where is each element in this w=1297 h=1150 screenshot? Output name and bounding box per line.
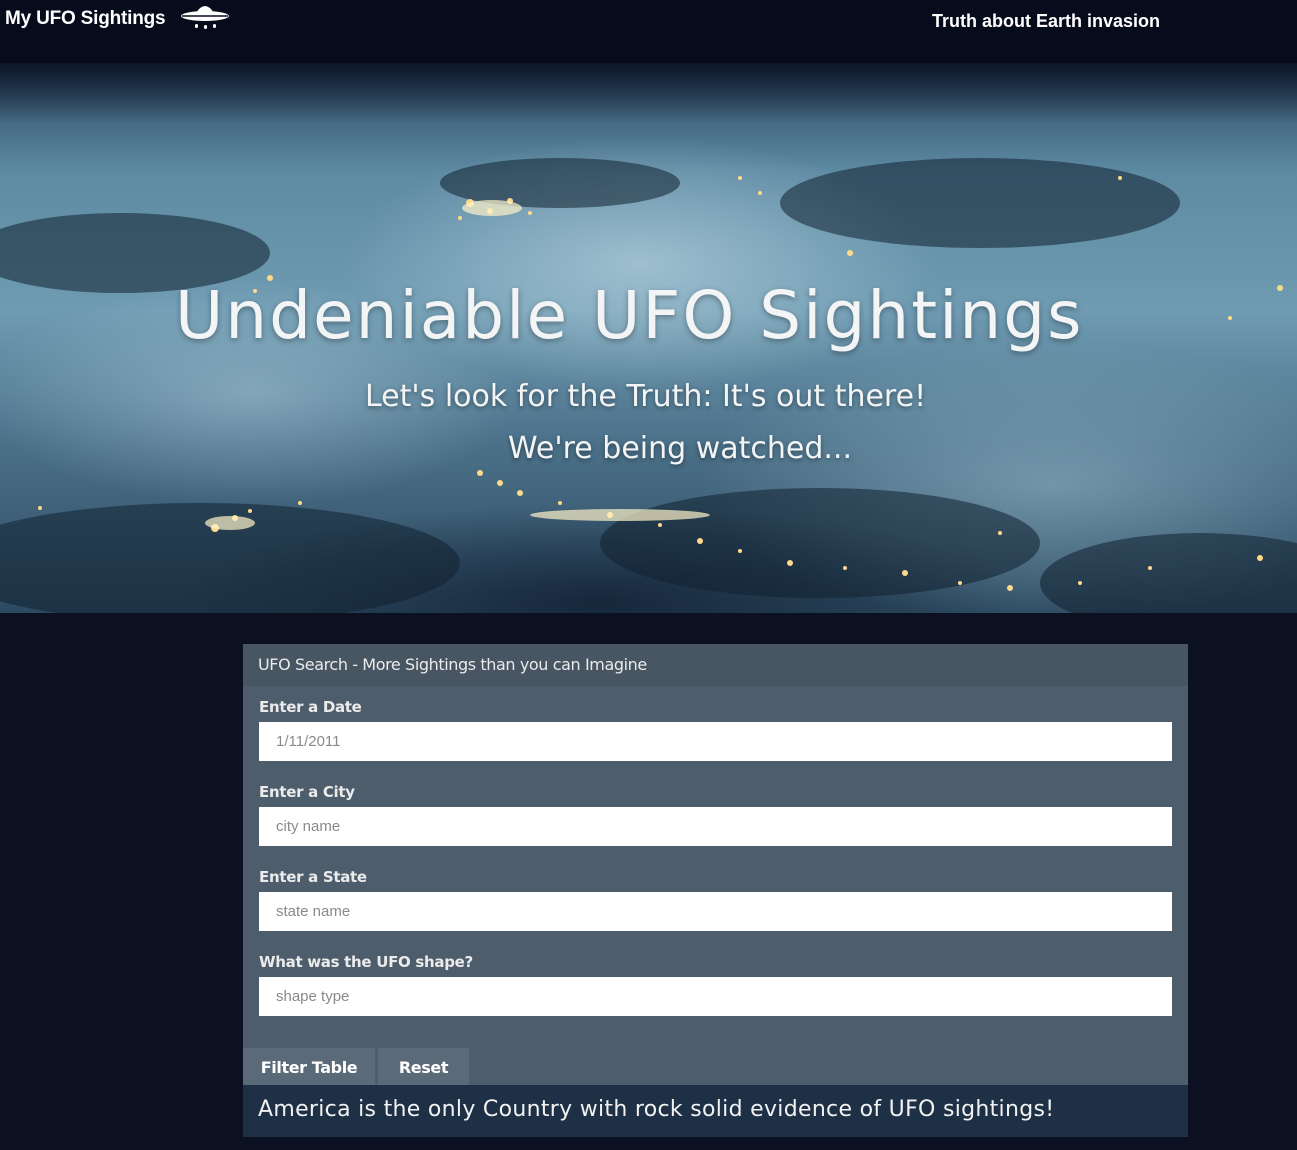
nav-link-earth-invasion[interactable]: Truth about Earth invasion [932, 11, 1160, 32]
state-input[interactable] [259, 892, 1172, 931]
city-label: Enter a City [259, 783, 355, 801]
date-input[interactable] [259, 722, 1172, 761]
navbar: My UFO Sightings Truth about Earth invas… [0, 0, 1297, 63]
evidence-banner: America is the only Country with rock so… [243, 1085, 1188, 1137]
hero-banner: Undeniable UFO Sightings Let's look for … [0, 63, 1297, 613]
state-label: Enter a State [259, 868, 367, 886]
ufo-icon [181, 6, 229, 29]
hero-subtitle-truth: Let's look for the Truth: It's out there… [365, 379, 927, 414]
shape-label: What was the UFO shape? [259, 953, 473, 971]
hero-title: Undeniable UFO Sightings [175, 277, 1084, 354]
hero-subtitle-watched: We're being watched... [508, 431, 853, 466]
ufo-search-panel: UFO Search - More Sightings than you can… [243, 644, 1188, 1137]
reset-button[interactable]: Reset [378, 1048, 469, 1086]
filter-table-button[interactable]: Filter Table [243, 1048, 375, 1086]
panel-heading: UFO Search - More Sightings than you can… [243, 644, 1188, 686]
shape-input[interactable] [259, 977, 1172, 1016]
brand-link[interactable]: My UFO Sightings [5, 8, 166, 30]
city-input[interactable] [259, 807, 1172, 846]
date-label: Enter a Date [259, 698, 362, 716]
